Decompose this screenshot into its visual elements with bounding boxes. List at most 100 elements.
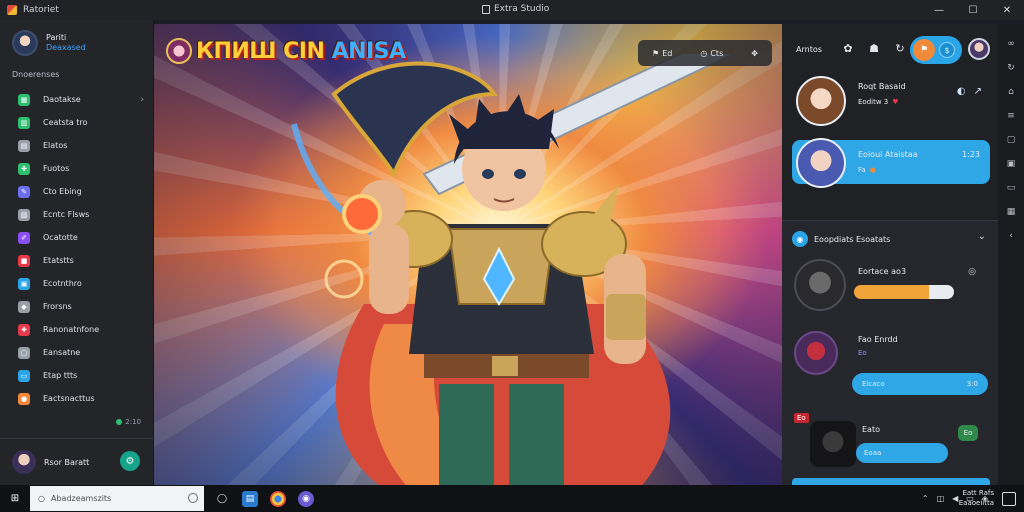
- timer-button[interactable]: ◷ Cts: [700, 49, 723, 58]
- avatar[interactable]: [12, 30, 38, 56]
- move-icon: ✥: [751, 48, 758, 58]
- sidebar-item[interactable]: ▦ Daotakse ›: [18, 88, 144, 111]
- close-button[interactable]: ✕: [990, 0, 1024, 20]
- home-icon[interactable]: ⌂: [1005, 86, 1017, 98]
- settings-icon[interactable]: ✿: [838, 38, 858, 58]
- avatar[interactable]: [12, 450, 36, 474]
- friend-name: Roqt Basaid: [858, 82, 906, 91]
- network-icon[interactable]: ◫: [937, 494, 945, 503]
- game-logo-accent: ANISA: [331, 38, 407, 64]
- chevron-down-icon[interactable]: ⌄: [978, 231, 986, 242]
- watch-button[interactable]: Eoaa: [856, 443, 948, 463]
- activity-card[interactable]: Fao Enrdd Eo Eicaco 3:0: [792, 331, 990, 411]
- chat-icon[interactable]: ◐: [957, 86, 966, 97]
- sidebar-item[interactable]: ■ Etatstts: [18, 249, 144, 272]
- link-icon[interactable]: ∞: [1005, 38, 1017, 50]
- refresh-icon[interactable]: ↻: [1005, 62, 1017, 74]
- invite-icon[interactable]: ↗: [974, 86, 982, 97]
- sidebar-item[interactable]: ▭ Etap ttts: [18, 364, 144, 387]
- join-button[interactable]: Eicaco 3:0: [852, 373, 988, 395]
- game-launcher-icon[interactable]: ◉: [298, 490, 314, 507]
- sidebar-item[interactable]: ▣ Ecotnthro: [18, 272, 144, 295]
- fire-icon: ●: [869, 166, 876, 174]
- notification-icon[interactable]: [1002, 492, 1016, 506]
- bookmark-icon[interactable]: ▭: [1005, 182, 1017, 194]
- sidebar-item[interactable]: ✐ Ocatotte: [18, 226, 144, 249]
- sidebar-item[interactable]: ✚ Fuotos: [18, 157, 144, 180]
- sidebar-item[interactable]: ◆ Frorsns: [18, 295, 144, 318]
- currency-icon[interactable]: $: [939, 42, 955, 58]
- image-icon: ▢: [18, 346, 30, 359]
- sidebar-section-label: Dnoerenses: [12, 70, 60, 79]
- chevron-up-icon[interactable]: ⌃: [922, 494, 929, 503]
- start-button[interactable]: ⊞: [0, 485, 30, 512]
- sidebar-item[interactable]: ▥ Ceatsta tro: [18, 111, 144, 134]
- flag-button[interactable]: ⚑ Ed: [652, 49, 672, 58]
- friend-name: Eoioui Ataistaa: [858, 150, 918, 159]
- activity-card[interactable]: Eortace ao3 ◎: [792, 259, 990, 319]
- chevron-right-icon[interactable]: ›: [140, 95, 144, 105]
- sidebar: Pariti Deaxased Dnoerenses ▦ Daotakse › ▥ Ce…: [0, 20, 154, 485]
- photos-icon[interactable]: ▤: [242, 490, 258, 507]
- activity-card[interactable]: Eo Eato Eoaa Eo: [792, 413, 990, 475]
- settings-button[interactable]: ⚙: [120, 451, 140, 471]
- progress-bar: [854, 285, 954, 299]
- section-header[interactable]: ◉ Eoopdiats Esoatats: [792, 231, 890, 247]
- grid-icon[interactable]: ▦: [1005, 206, 1017, 218]
- card-thumbnail: [794, 331, 838, 375]
- refresh-icon[interactable]: ↻: [890, 38, 910, 58]
- friend-item[interactable]: Roqt Basaid Eoditw 3 ♥ ◐ ↗: [792, 72, 990, 134]
- sidebar-item[interactable]: ✎ Cto Ebing: [18, 180, 144, 203]
- volume-icon[interactable]: ◀: [952, 494, 958, 503]
- minimize-button[interactable]: —: [922, 0, 956, 20]
- card-thumbnail: [794, 259, 846, 311]
- chrome-icon[interactable]: [270, 490, 286, 507]
- sidebar-item[interactable]: ▧ Ecntc Flsws: [18, 203, 144, 226]
- camera-icon[interactable]: ▣: [1005, 158, 1017, 170]
- task-view-icon[interactable]: ◯: [214, 491, 230, 507]
- sidebar-item-label: Frorsns: [43, 302, 72, 311]
- collapse-icon[interactable]: ‹: [1005, 230, 1017, 242]
- friend-item-active[interactable]: Eoioui Ataistaa Fa ● 1:23: [792, 138, 990, 188]
- list-icon[interactable]: ≡: [1005, 110, 1017, 122]
- friend-time: 1:23: [962, 150, 980, 159]
- chat-icon[interactable]: ▢: [1005, 134, 1017, 146]
- controller-icon[interactable]: ◎: [968, 267, 976, 277]
- search-input[interactable]: ○ Abadzeamszits: [30, 486, 204, 511]
- panel-header: Arntos ✿ ☗ ↻ ⚑ $: [782, 24, 998, 74]
- clock[interactable]: Eatt Rafs Eaaoeiitta: [959, 488, 994, 508]
- folder-icon: ▧: [18, 208, 30, 221]
- activity-icon: ◉: [792, 231, 808, 247]
- puzzle-icon: ✚: [18, 323, 30, 336]
- maximize-button[interactable]: ☐: [956, 0, 990, 20]
- clock-date: Eaaoeiitta: [958, 499, 994, 507]
- panel-title: Arntos: [796, 44, 822, 54]
- sidebar-item[interactable]: ▢ Eansatne: [18, 341, 144, 364]
- party-button[interactable]: ⚑: [913, 39, 935, 61]
- sidebar-item[interactable]: ▤ Elatos: [18, 134, 144, 157]
- tablet-icon: ▭: [18, 369, 30, 382]
- grid-icon: ▦: [18, 93, 30, 106]
- pencil-icon: ✎: [18, 185, 30, 198]
- title-bar: Ratoriet Extra Studio — ☐ ✕: [0, 0, 1024, 20]
- sidebar-item[interactable]: ✚ Ranonatnfone: [18, 318, 144, 341]
- taskbar-apps: ◯ ▤ ◉: [214, 490, 314, 507]
- app-name: Ratoriet: [23, 5, 59, 15]
- sidebar-item-label: Eansatne: [43, 348, 81, 357]
- profile[interactable]: Pariti Deaxased: [12, 30, 86, 56]
- expand-button[interactable]: ✥: [751, 49, 758, 58]
- game-logo: КПИШ CIN ANISA: [166, 38, 406, 64]
- microphone-icon[interactable]: [188, 493, 198, 503]
- sidebar-item-label: Ecotnthro: [43, 279, 82, 288]
- tool-label: Ed: [662, 48, 673, 58]
- app-logo-icon: [7, 5, 17, 15]
- friend-meta: Fa ●: [858, 166, 876, 174]
- people-icon[interactable]: ☗: [864, 38, 884, 58]
- sidebar-item-label: Ceatsta tro: [43, 118, 88, 127]
- hero-illustration: [291, 54, 734, 485]
- sidebar-item[interactable]: ● Eactsnacttus: [18, 387, 144, 410]
- status-indicator: 2:10: [116, 418, 141, 426]
- window-title: Extra Studio: [482, 4, 549, 14]
- avatar[interactable]: [968, 38, 990, 60]
- clock-time: Eatt Rafs: [962, 489, 994, 497]
